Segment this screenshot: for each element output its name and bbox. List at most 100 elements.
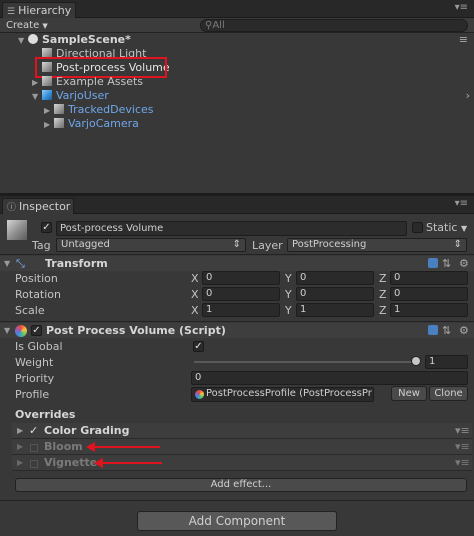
expand-triangle-icon[interactable]: ▶ — [44, 104, 54, 118]
axis-x-label[interactable]: X — [191, 272, 199, 285]
create-button[interactable]: Create ▼ — [6, 19, 48, 33]
panel-menu-icon[interactable]: ▾≡ — [455, 2, 468, 13]
chevron-down-icon[interactable]: ▼ — [461, 224, 467, 233]
expand-triangle-icon[interactable]: ▶ — [17, 439, 23, 455]
preset-sliders-icon[interactable]: ⇅ — [442, 323, 451, 338]
tree-row-varjouser[interactable]: ▼ VarjoUser › — [0, 89, 474, 103]
panel-menu-icon[interactable]: ▾≡ — [455, 198, 468, 209]
weight-slider-thumb[interactable] — [411, 356, 421, 366]
profile-object-field[interactable]: PostProcessProfile (PostProcessPr — [191, 387, 374, 402]
static-checkbox[interactable] — [412, 222, 423, 233]
help-book-icon[interactable] — [428, 325, 438, 335]
override-label: Bloom — [44, 440, 83, 453]
preset-sliders-icon[interactable]: ⇅ — [442, 256, 451, 271]
override-row-bloom[interactable]: ▶ Bloom ▾≡ — [12, 439, 472, 455]
scene-name: SampleScene* — [42, 33, 131, 46]
item-label: VarjoUser — [56, 89, 109, 102]
check-mark: ✓ — [32, 325, 41, 336]
position-z-field[interactable]: 0 — [390, 271, 468, 285]
rotation-y-field[interactable]: 0 — [296, 287, 374, 301]
tab-hierarchy[interactable]: ☰ Hierarchy — [2, 2, 76, 18]
axis-z-label[interactable]: Z — [379, 304, 387, 317]
position-x-field[interactable]: 0 — [202, 271, 280, 285]
override-menu-icon[interactable]: ▾≡ — [455, 423, 470, 439]
hierarchy-toolbar: Create ▼ ⚲All — [0, 18, 474, 33]
is-global-checkbox[interactable]: ✓ — [193, 341, 204, 352]
gameobject-cube-icon — [42, 76, 52, 86]
chevron-updown-icon: ⇕ — [453, 239, 462, 250]
tag-label: Tag — [32, 239, 51, 252]
layer-value: PostProcessing — [292, 239, 367, 250]
tag-dropdown[interactable]: Untagged ⇕ — [56, 238, 246, 252]
chevron-right-icon[interactable]: › — [466, 89, 470, 103]
divider — [0, 321, 474, 322]
axis-y-label[interactable]: Y — [285, 272, 292, 285]
transform-title: Transform — [45, 257, 108, 270]
clone-button[interactable]: Clone — [429, 386, 468, 401]
scale-z-field[interactable]: 1 — [390, 303, 468, 317]
expand-triangle-icon[interactable]: ▼ — [32, 90, 42, 104]
profile-label: Profile — [15, 388, 50, 401]
override-enabled-checkbox[interactable] — [30, 444, 38, 452]
expand-triangle-icon[interactable]: ▶ — [32, 76, 42, 90]
hierarchy-tab-label: Hierarchy — [18, 4, 72, 17]
override-row-color-grading[interactable]: ▶ ✓ Color Grading ▾≡ — [12, 423, 472, 439]
override-row-vignette[interactable]: ▶ Vignette ▾≡ — [12, 455, 472, 471]
weight-field[interactable]: 1 — [425, 355, 468, 369]
tree-row-example-assets[interactable]: ▶ Example Assets — [0, 75, 474, 89]
object-name-field[interactable]: Post-process Volume — [56, 221, 407, 236]
expand-triangle-icon[interactable]: ▶ — [44, 118, 54, 132]
axis-y-label[interactable]: Y — [285, 288, 292, 301]
info-icon: ⓘ — [7, 203, 17, 213]
override-menu-icon[interactable]: ▾≡ — [455, 439, 470, 455]
axis-z-label[interactable]: Z — [379, 288, 387, 301]
tab-inspector[interactable]: ⓘ Inspector — [2, 198, 74, 214]
new-button[interactable]: New — [391, 386, 427, 401]
expand-triangle-icon[interactable]: ▶ — [17, 423, 23, 439]
ppv-header[interactable]: ▼ ✓ Post Process Volume (Script) ⇅ ⚙ — [0, 323, 474, 338]
expand-triangle-icon[interactable]: ▼ — [18, 34, 28, 48]
chevron-updown-icon: ⇕ — [232, 239, 241, 250]
profile-value: PostProcessProfile (PostProcessPr — [206, 388, 372, 399]
override-enabled-checkbox[interactable] — [30, 460, 38, 468]
position-y-field[interactable]: 0 — [296, 271, 374, 285]
scale-label: Scale — [15, 304, 45, 317]
tree-row-varjo-camera[interactable]: ▶ VarjoCamera — [0, 117, 474, 131]
post-process-color-wheel-icon — [15, 325, 27, 337]
tree-row-tracked-devices[interactable]: ▶ TrackedDevices — [0, 103, 474, 117]
expand-triangle-icon[interactable]: ▼ — [4, 256, 10, 271]
help-book-icon[interactable] — [428, 258, 438, 268]
gameobject-cube-icon — [54, 104, 64, 114]
transform-header[interactable]: ▼ ⤡ Transform ⇅ ⚙ — [0, 256, 474, 271]
axis-z-label[interactable]: Z — [379, 272, 387, 285]
axis-x-label[interactable]: X — [191, 304, 199, 317]
expand-triangle-icon[interactable]: ▼ — [4, 323, 10, 338]
tree-row-scene[interactable]: ▼ SampleScene* ≡ — [0, 33, 474, 47]
rotation-x-field[interactable]: 0 — [202, 287, 280, 301]
expand-triangle-icon[interactable]: ▶ — [17, 455, 23, 471]
weight-slider-track[interactable] — [194, 361, 416, 363]
ppv-enabled-checkbox[interactable]: ✓ — [31, 325, 42, 336]
transform-axes-icon: ⤡ — [16, 257, 25, 270]
override-enabled-check[interactable]: ✓ — [29, 423, 38, 439]
scene-menu-icon[interactable]: ≡ — [459, 33, 468, 47]
settings-gear-icon[interactable]: ⚙ — [459, 323, 469, 338]
weight-label: Weight — [15, 356, 54, 369]
settings-gear-icon[interactable]: ⚙ — [459, 256, 469, 271]
override-menu-icon[interactable]: ▾≡ — [455, 455, 470, 471]
add-component-button[interactable]: Add Component — [137, 511, 337, 531]
priority-field[interactable]: 0 — [191, 371, 468, 385]
create-label: Create — [6, 20, 40, 31]
inspector-tab-label: Inspector — [19, 200, 71, 213]
layer-label: Layer — [252, 239, 283, 252]
layer-dropdown[interactable]: PostProcessing ⇕ — [287, 238, 467, 252]
axis-x-label[interactable]: X — [191, 288, 199, 301]
scale-x-field[interactable]: 1 — [202, 303, 280, 317]
hierarchy-search-input[interactable]: ⚲All — [200, 19, 468, 32]
scale-y-field[interactable]: 1 — [296, 303, 374, 317]
axis-y-label[interactable]: Y — [285, 304, 292, 317]
rotation-z-field[interactable]: 0 — [390, 287, 468, 301]
overrides-heading: Overrides — [15, 408, 76, 421]
add-effect-button[interactable]: Add effect... — [15, 478, 467, 492]
active-checkbox[interactable]: ✓ — [41, 222, 52, 233]
